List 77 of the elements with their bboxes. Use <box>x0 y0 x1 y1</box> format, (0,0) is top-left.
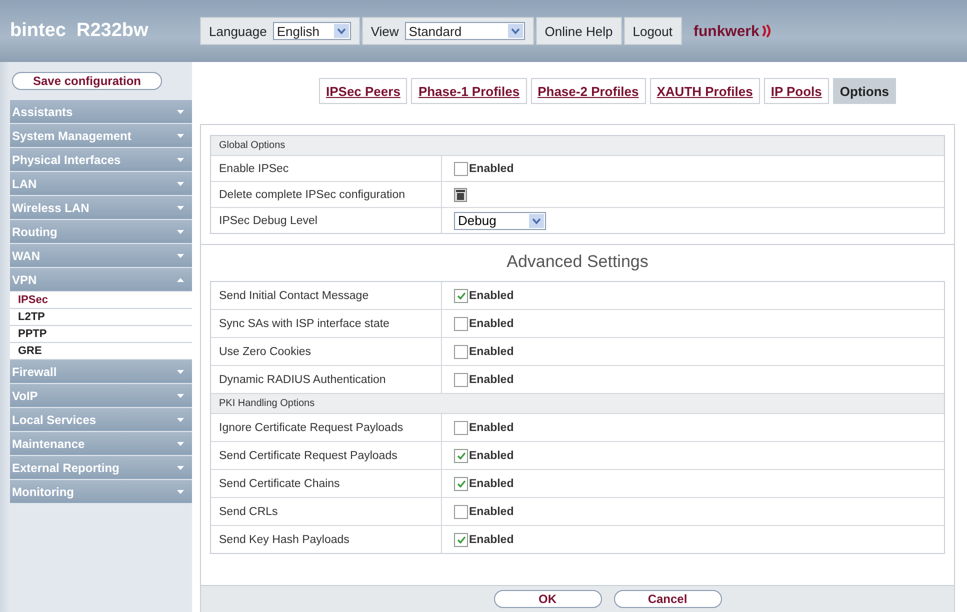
caret-icon <box>177 278 184 282</box>
setting-label: Send Certificate Request Payloads <box>211 442 442 469</box>
tab[interactable]: XAUTH Profiles <box>650 78 760 104</box>
language-label: Language <box>209 24 267 38</box>
checkbox[interactable] <box>454 420 468 434</box>
tab[interactable]: Phase-1 Profiles <box>411 78 527 104</box>
setting-label: Use Zero Cookies <box>211 338 442 365</box>
checkbox-label: Enabled <box>469 346 514 358</box>
trash-icon[interactable] <box>454 188 467 202</box>
caret-icon <box>177 418 184 422</box>
setting-label: IPSec Debug Level <box>211 208 442 233</box>
caret-icon <box>177 370 184 374</box>
product-name: bintec R232bw <box>9 20 150 42</box>
view-label: View <box>370 24 399 38</box>
checkbox-label: Enabled <box>469 506 514 518</box>
save-configuration-button[interactable]: Save configuration <box>12 72 162 90</box>
caret-icon <box>177 254 184 258</box>
checkbox[interactable] <box>454 448 468 462</box>
checkmark-icon <box>456 480 466 488</box>
logo: funkwerk <box>684 22 784 40</box>
checkmark-icon <box>456 452 466 460</box>
setting-label: Enable IPSec <box>211 156 442 181</box>
logout-link[interactable]: Logout <box>624 17 682 45</box>
checkbox-label: Enabled <box>469 162 514 174</box>
submenu-item[interactable]: GRE <box>10 343 192 360</box>
caret-icon <box>177 206 184 210</box>
setting-label: Send Certificate Chains <box>211 470 442 497</box>
caret-icon <box>177 442 184 446</box>
checkbox-label: Enabled <box>469 318 514 330</box>
checkbox[interactable] <box>454 344 468 358</box>
setting-label: Delete complete IPSec configuration <box>211 182 442 207</box>
section-header: Global Options <box>211 136 944 156</box>
debug-level-dropdown[interactable]: Debug <box>454 212 546 230</box>
checkmark-icon <box>456 536 466 544</box>
caret-icon <box>177 466 184 470</box>
tab[interactable]: Options <box>832 78 896 104</box>
checkbox[interactable] <box>454 372 468 386</box>
setting-label: Send Key Hash Payloads <box>211 526 442 553</box>
caret-icon <box>177 230 184 234</box>
submenu-item[interactable]: PPTP <box>10 326 192 343</box>
caret-icon <box>177 134 184 138</box>
checkbox-label: Enabled <box>469 450 514 462</box>
view-dropdown[interactable]: Standard <box>404 22 525 40</box>
tab[interactable]: IPSec Peers <box>318 78 408 104</box>
form-button[interactable]: Cancel <box>614 590 722 608</box>
language-dropdown[interactable]: English <box>272 22 351 40</box>
setting-label: Send CRLs <box>211 498 442 525</box>
checkmark-icon <box>456 292 466 300</box>
submenu-item[interactable]: IPSec <box>10 292 192 309</box>
tab[interactable]: Phase-2 Profiles <box>530 78 646 104</box>
checkbox[interactable] <box>454 476 468 490</box>
caret-icon <box>177 490 184 494</box>
setting-label: Send Initial Contact Message <box>211 282 442 309</box>
caret-icon <box>177 182 184 186</box>
form-button[interactable]: OK <box>494 590 602 608</box>
setting-label: Sync SAs with ISP interface state <box>211 310 442 337</box>
checkbox-label: Enabled <box>469 374 514 386</box>
online-help-link[interactable]: Online Help <box>536 17 622 45</box>
wave-icon <box>761 24 774 38</box>
checkbox[interactable] <box>454 288 468 302</box>
caret-icon <box>177 110 184 114</box>
checkbox[interactable] <box>454 162 468 176</box>
setting-label: Ignore Certificate Request Payloads <box>211 414 442 441</box>
setting-label: Dynamic RADIUS Authentication <box>211 366 442 393</box>
caret-icon <box>177 394 184 398</box>
checkbox-label: Enabled <box>469 422 514 434</box>
checkbox[interactable] <box>454 532 468 546</box>
section-header: PKI Handling Options <box>211 394 944 414</box>
checkbox-label: Enabled <box>469 534 514 546</box>
submenu-item[interactable]: L2TP <box>10 309 192 326</box>
tab[interactable]: IP Pools <box>764 78 829 104</box>
caret-icon <box>177 158 184 162</box>
section-title: Advanced Settings <box>201 244 954 279</box>
checkbox-label: Enabled <box>469 478 514 490</box>
checkbox[interactable] <box>454 504 468 518</box>
checkbox[interactable] <box>454 316 468 330</box>
checkbox-label: Enabled <box>469 290 514 302</box>
